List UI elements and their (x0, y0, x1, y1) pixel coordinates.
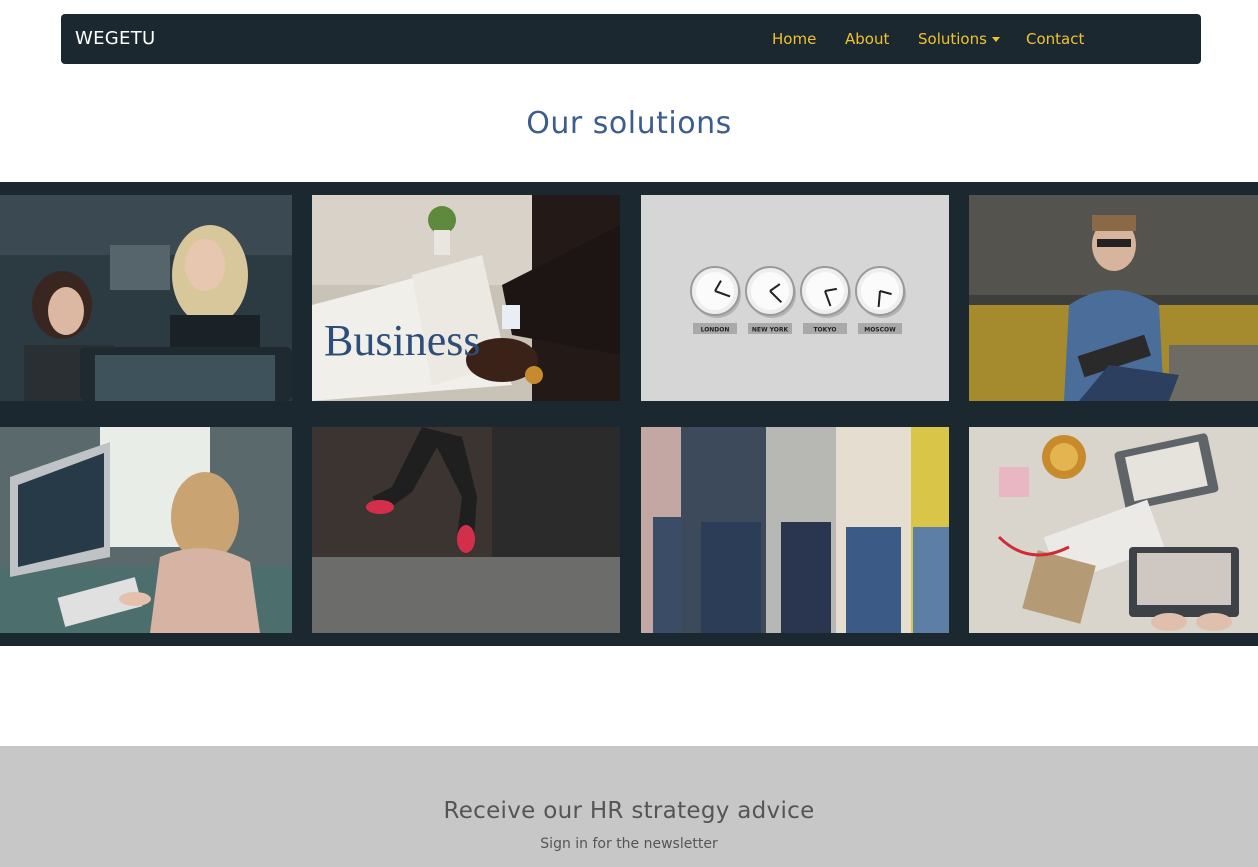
nav-about-link[interactable]: About (845, 14, 889, 64)
wall-clock: NEW YORK (745, 266, 796, 334)
clock-label: TOKYO (813, 327, 836, 334)
navbar: WEGETU Home About Solutions Contact (61, 14, 1201, 64)
gallery-tile-jumping-person[interactable] (312, 427, 620, 633)
nav-contact-link[interactable]: Contact (1026, 14, 1084, 64)
wall-clock: TOKYO (800, 266, 851, 334)
brand-logo[interactable]: WEGETU (75, 14, 155, 64)
page-title: Our solutions (526, 106, 732, 141)
newsletter-section: Receive our HR strategy advice Sign in f… (0, 746, 1258, 867)
newspaper-headline: Business (324, 316, 480, 365)
gallery-tile-world-clocks[interactable]: LONDON NEW YORK TOKYO MOSCOW (641, 195, 949, 401)
wall-clock: MOSCOW (855, 266, 906, 334)
solutions-gallery: Business LONDON NEW YORK TOKYO MOSCOW (0, 182, 1258, 646)
nav-solutions-label: Solutions (918, 30, 987, 48)
gallery-tile-women-at-computer[interactable] (0, 195, 292, 401)
nav-home-link[interactable]: Home (772, 14, 816, 64)
newsletter-subtitle: Sign in for the newsletter (540, 836, 718, 852)
gallery-tile-business-newspaper[interactable]: Business (312, 195, 620, 401)
gallery-tile-man-writing[interactable] (969, 195, 1258, 401)
clock-label: LONDON (701, 327, 730, 334)
gallery-tile-woman-at-imac[interactable] (0, 427, 292, 633)
newsletter-title: Receive our HR strategy advice (443, 798, 815, 824)
caret-down-icon (991, 37, 1000, 42)
clock-label: MOSCOW (864, 327, 896, 334)
nav-solutions-dropdown[interactable]: Solutions (918, 14, 1000, 64)
wall-clock: LONDON (690, 266, 741, 334)
gallery-tile-team-standing[interactable] (641, 427, 949, 633)
clock-label: NEW YORK (752, 327, 789, 334)
gallery-tile-desk-laptops[interactable] (969, 427, 1258, 633)
